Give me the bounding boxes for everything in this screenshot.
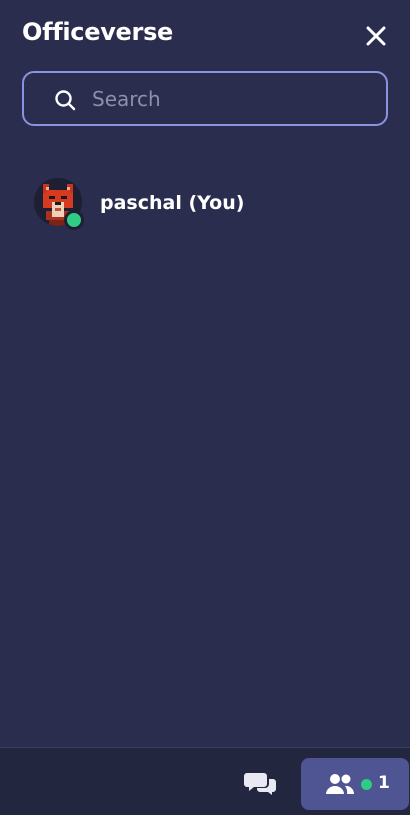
- user-name: paschal (You): [100, 192, 245, 214]
- close-button[interactable]: [362, 22, 390, 50]
- panel-header: Officeverse: [0, 0, 410, 70]
- people-icon: [326, 774, 355, 794]
- search-icon: [55, 90, 76, 111]
- online-count: 1: [378, 773, 390, 793]
- search-box[interactable]: [22, 71, 388, 126]
- people-tab-button[interactable]: 1: [301, 758, 409, 810]
- online-status-indicator: [64, 210, 84, 230]
- chat-bubbles-icon: [244, 773, 276, 795]
- bottom-toolbar: 1: [0, 747, 410, 815]
- search-input[interactable]: [92, 81, 372, 117]
- close-icon: [366, 26, 386, 46]
- user-list-item[interactable]: paschal (You): [22, 168, 388, 238]
- panel-title: Officeverse: [22, 18, 174, 46]
- chat-button[interactable]: [244, 770, 278, 796]
- online-indicator-dot: [361, 779, 372, 790]
